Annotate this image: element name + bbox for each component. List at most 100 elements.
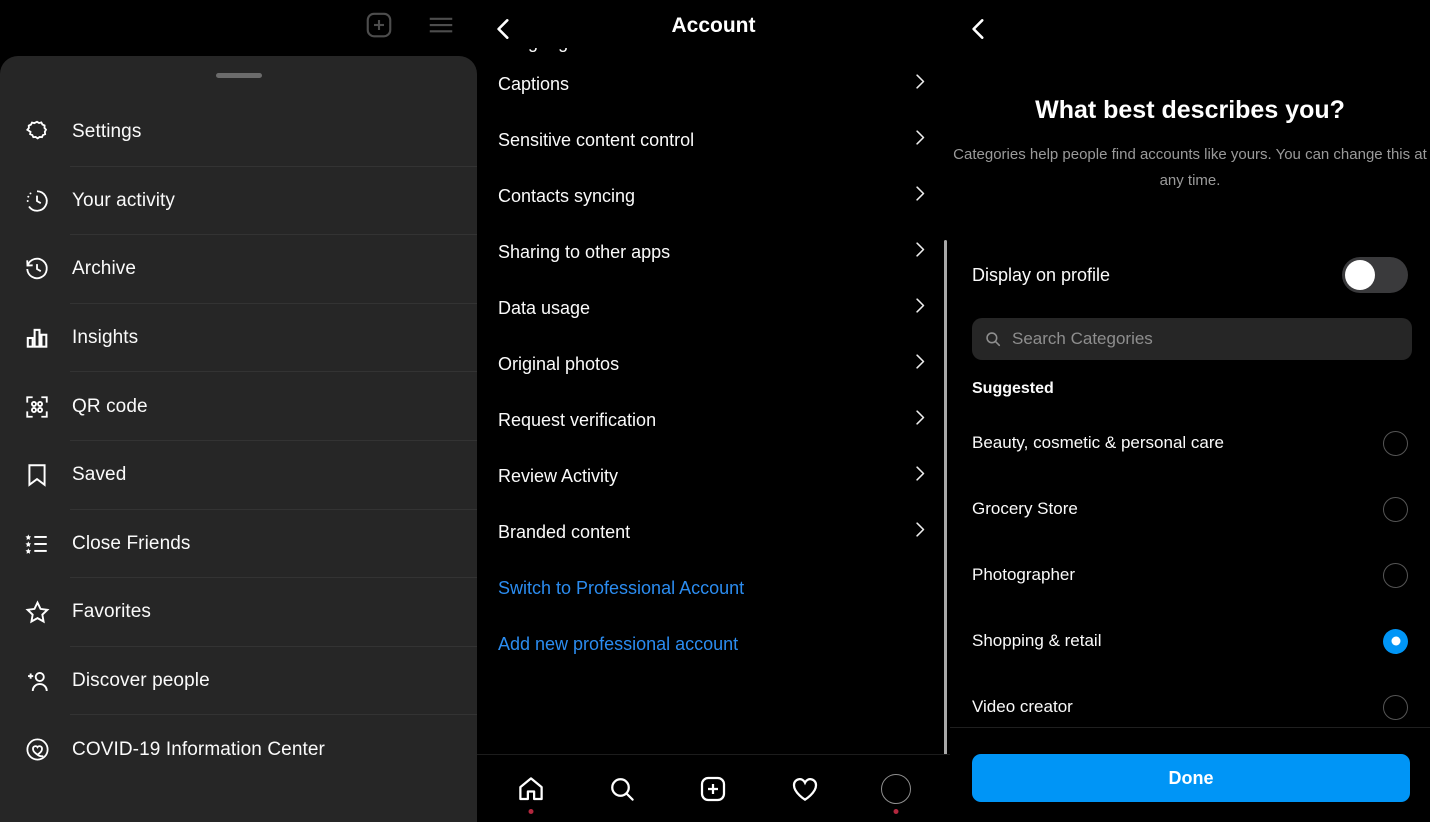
clipped-row-label: Language [498, 48, 578, 52]
home-badge-dot [528, 809, 534, 814]
display-on-profile-row[interactable]: Display on profile [972, 255, 1408, 295]
sidebar-item-label: Close Friends [72, 532, 191, 554]
sidebar-item-settings[interactable]: Settings [0, 98, 477, 167]
category-label: Grocery Store [972, 499, 1078, 518]
sidebar-item-your-activity[interactable]: Your activity [0, 167, 477, 236]
category-radio[interactable] [1383, 430, 1408, 456]
category-radio[interactable] [1383, 496, 1408, 522]
category-label: Shopping & retail [972, 631, 1102, 650]
chevron-right-icon [910, 72, 929, 96]
category-label: Photographer [972, 565, 1076, 584]
sidebar-item-saved[interactable]: Saved [0, 441, 477, 510]
category-label: Video creator [972, 697, 1073, 716]
account-row-captions[interactable]: Captions [477, 56, 950, 112]
chevron-right-icon [910, 408, 929, 432]
row-label: Review Activity [498, 465, 619, 486]
profile-menu-list: Settings Your activity Archive Insights … [0, 98, 477, 784]
sidebar-item-label: Favorites [72, 601, 152, 623]
avatar [881, 774, 912, 804]
hamburger-menu-icon[interactable] [426, 10, 456, 40]
category-radio[interactable] [1383, 562, 1408, 588]
row-label: Branded content [498, 521, 631, 542]
category-radio-selected[interactable] [1383, 628, 1408, 654]
category-picker-footer: Done [950, 727, 1430, 822]
drag-handle[interactable] [215, 73, 262, 78]
sidebar-item-label: Archive [72, 258, 137, 280]
sidebar-item-favorites[interactable]: Favorites [0, 578, 477, 647]
archive-clock-arrow-icon [20, 252, 54, 286]
row-label: Captions [498, 73, 570, 94]
chevron-right-icon [910, 352, 929, 376]
row-label: Contacts syncing [498, 185, 636, 206]
category-row-photographer[interactable]: Photographer [950, 542, 1430, 608]
qr-code-icon [20, 390, 54, 424]
sidebar-item-label: QR code [72, 395, 148, 417]
account-row-contacts-syncing[interactable]: Contacts syncing [477, 168, 950, 224]
screenshot-stage: Settings Your activity Archive Insights … [0, 0, 1430, 822]
chevron-right-icon [910, 464, 929, 488]
insights-bar-chart-icon [20, 321, 54, 355]
bookmark-saved-icon [20, 458, 54, 492]
sidebar-item-label: Discover people [72, 670, 210, 692]
sidebar-item-label: Your activity [72, 189, 176, 211]
sidebar-item-discover-people[interactable]: Discover people [0, 647, 477, 716]
category-row-grocery-store[interactable]: Grocery Store [950, 476, 1430, 542]
chevron-right-icon [910, 128, 929, 152]
search-input-placeholder: Search Categories [1012, 329, 1153, 348]
sidebar-item-covid-information-center[interactable]: COVID-19 Information Center [0, 715, 477, 784]
middle-panel-account-settings: Account Language Captions Sensitive cont… [477, 0, 950, 822]
suggested-section-title: Suggested [972, 380, 1054, 397]
account-row-branded-content[interactable]: Branded content [477, 504, 950, 560]
sidebar-item-insights[interactable]: Insights [0, 304, 477, 373]
category-row-beauty-cosmetic-personal-care[interactable]: Beauty, cosmetic & personal care [950, 410, 1430, 476]
profile-badge-dot [893, 809, 899, 814]
account-row-data-usage[interactable]: Data usage [477, 280, 950, 336]
sidebar-item-archive[interactable]: Archive [0, 235, 477, 304]
tab-profile[interactable] [869, 762, 923, 816]
right-panel-category-picker: What best describes you? Categories help… [950, 0, 1430, 822]
row-label: Sensitive content control [498, 129, 695, 150]
search-categories-field[interactable]: Search Categories [972, 318, 1412, 360]
switch-to-professional-account-link[interactable]: Switch to Professional Account [477, 560, 950, 616]
display-on-profile-toggle[interactable] [1342, 257, 1408, 293]
account-row-sharing-to-other-apps[interactable]: Sharing to other apps [477, 224, 950, 280]
vertical-scrollbar[interactable] [944, 240, 947, 760]
chevron-right-icon [910, 520, 929, 544]
add-new-professional-account-link[interactable]: Add new professional account [477, 616, 950, 672]
chevron-right-icon [910, 296, 929, 320]
favorites-star-icon [20, 595, 54, 629]
category-radio[interactable] [1383, 694, 1408, 720]
plus-square-icon[interactable] [364, 10, 394, 40]
display-on-profile-label: Display on profile [972, 264, 1111, 285]
page-title: Account [671, 14, 756, 37]
category-row-shopping-retail[interactable]: Shopping & retail [950, 608, 1430, 674]
your-activity-clock-icon [20, 184, 54, 218]
chevron-right-icon [910, 184, 929, 208]
tab-activity[interactable] [778, 762, 832, 816]
left-panel-topbar [0, 0, 477, 56]
account-row-review-activity[interactable]: Review Activity [477, 448, 950, 504]
account-settings-list: Captions Sensitive content control Conta… [477, 56, 950, 672]
left-panel-profile-menu: Settings Your activity Archive Insights … [0, 0, 477, 822]
chevron-left-icon[interactable] [962, 12, 996, 46]
row-label: Original photos [498, 353, 620, 374]
sidebar-item-close-friends[interactable]: Close Friends [0, 510, 477, 579]
sidebar-item-label: Insights [72, 327, 139, 349]
account-row-request-verification[interactable]: Request verification [477, 392, 950, 448]
search-icon [984, 330, 1002, 348]
row-label: Data usage [498, 297, 591, 318]
sidebar-item-label: COVID-19 Information Center [72, 738, 325, 760]
tab-home[interactable] [504, 762, 558, 816]
clipped-row-above: Language [477, 48, 950, 52]
done-button[interactable]: Done [972, 754, 1410, 802]
discover-people-add-user-icon [20, 664, 54, 698]
chevron-right-icon [910, 240, 929, 264]
covid-info-heart-icon [20, 733, 54, 767]
tab-create[interactable] [686, 762, 740, 816]
tab-search[interactable] [595, 762, 649, 816]
profile-menu-sheet: Settings Your activity Archive Insights … [0, 56, 477, 822]
sidebar-item-label: Settings [72, 121, 142, 143]
account-row-sensitive-content-control[interactable]: Sensitive content control [477, 112, 950, 168]
sidebar-item-qr-code[interactable]: QR code [0, 372, 477, 441]
account-row-original-photos[interactable]: Original photos [477, 336, 950, 392]
